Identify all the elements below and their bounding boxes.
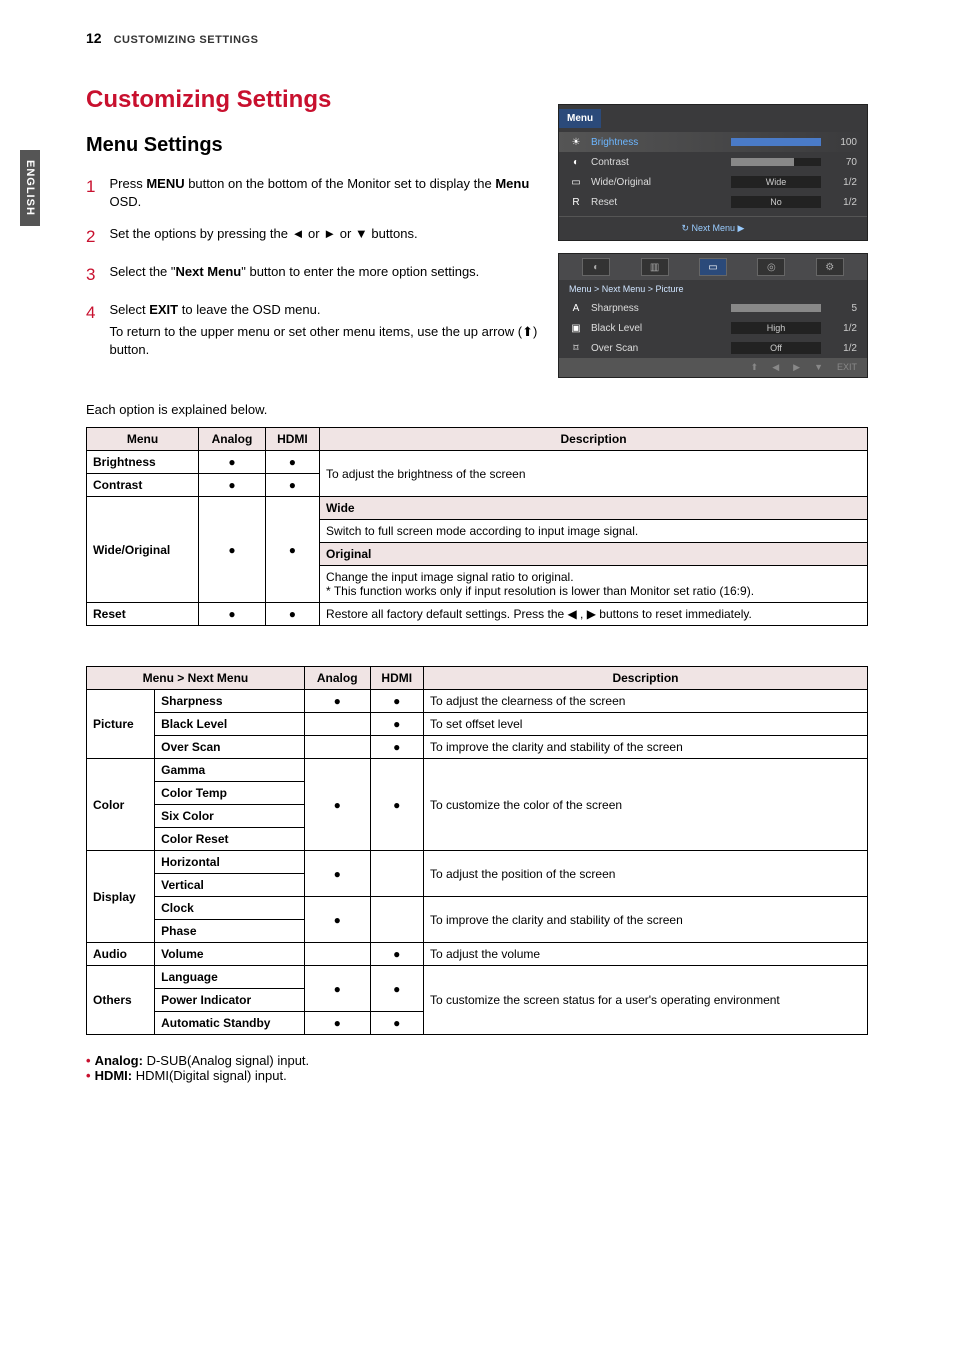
step-text: Set the options by pressing the ◄ or ► o… bbox=[109, 225, 417, 249]
osd-tab: ◐ bbox=[582, 258, 610, 276]
osd-row: R Reset No 1/2 bbox=[559, 192, 867, 212]
osd-value: 1/2 bbox=[829, 177, 857, 188]
step-number: 3 bbox=[86, 263, 95, 287]
osd-row-icon: A bbox=[569, 301, 583, 315]
row-wide-original: Wide/Original bbox=[87, 497, 199, 603]
osd-next-menu-nav: ↻ Next Menu ▶ bbox=[559, 216, 867, 240]
row-brightness: Brightness bbox=[87, 451, 199, 474]
row-contrast: Contrast bbox=[87, 474, 199, 497]
osd-row-label: Brightness bbox=[591, 137, 723, 148]
osd-bottom-nav: ⬆ ◀ ▶ ▼ EXIT bbox=[559, 358, 867, 377]
th-hdmi: HDMI bbox=[265, 428, 319, 451]
osd-value: 70 bbox=[829, 157, 857, 168]
osd-slider bbox=[731, 304, 821, 312]
osd-title: Menu bbox=[559, 109, 601, 128]
step-item: 3 Select the "Next Menu" button to enter … bbox=[86, 263, 538, 287]
th-menu: Menu bbox=[87, 428, 199, 451]
osd-menu-secondary: ◐ ▥ ▭ ◎ ⚙ Menu > Next Menu > Picture A Sharpn… bbox=[558, 253, 868, 378]
cat-others: Others bbox=[87, 966, 155, 1035]
osd-value: 100 bbox=[829, 137, 857, 148]
osd-nav-button: EXIT bbox=[837, 362, 857, 373]
osd-value: 1/2 bbox=[829, 197, 857, 208]
th-analog: Analog bbox=[199, 428, 266, 451]
th2-menu: Menu > Next Menu bbox=[87, 667, 305, 690]
osd-tab: ▭ bbox=[699, 258, 727, 276]
section-title: Menu Settings bbox=[86, 134, 538, 157]
osd-tab: ⚙ bbox=[816, 258, 844, 276]
osd-row-label: Reset bbox=[591, 197, 723, 208]
osd-row-label: Contrast bbox=[591, 157, 723, 168]
language-tab: ENGLISH bbox=[20, 150, 40, 226]
next-menu-table: Menu > Next Menu Analog HDMI Description… bbox=[86, 666, 868, 1035]
row-reset: Reset bbox=[87, 603, 199, 626]
osd-row-icon: R bbox=[569, 195, 583, 209]
menu-table: Menu Analog HDMI Description Brightness … bbox=[86, 427, 868, 626]
osd-menu-primary: Menu ☀ Brightness 100 ◐ Contrast 70 ▭ Wide/Orig… bbox=[558, 104, 868, 241]
osd-value: 1/2 bbox=[829, 323, 857, 334]
osd-nav-button: ◀ bbox=[772, 362, 779, 373]
osd-row-label: Black Level bbox=[591, 323, 723, 334]
cat-display: Display bbox=[87, 851, 155, 943]
steps-list: 1 Press MENU button on the bottom of the … bbox=[86, 175, 538, 360]
osd-breadcrumb: Menu > Next Menu > Picture bbox=[559, 280, 867, 298]
osd-row-icon: ⌑ bbox=[569, 341, 583, 355]
osd-row-label: Sharpness bbox=[591, 303, 723, 314]
osd-row: ▭ Wide/Original Wide 1/2 bbox=[559, 172, 867, 192]
osd-row: ◐ Contrast 70 bbox=[559, 152, 867, 172]
page-header: 12 CUSTOMIZING SETTINGS bbox=[86, 30, 868, 46]
page-number: 12 bbox=[86, 30, 102, 46]
osd-slider bbox=[731, 158, 821, 166]
osd-nav-button: ⬆ bbox=[751, 362, 759, 373]
osd-row-icon: ☀ bbox=[569, 135, 583, 149]
osd-nav-button: ▼ bbox=[814, 362, 823, 373]
th-desc: Description bbox=[320, 428, 868, 451]
step-number: 4 bbox=[86, 301, 95, 360]
osd-value: 5 bbox=[829, 303, 857, 314]
step-text: Press MENU button on the bottom of the M… bbox=[109, 175, 538, 211]
osd-row-label: Over Scan bbox=[591, 343, 723, 354]
osd-value: 1/2 bbox=[829, 343, 857, 354]
osd-tabs: ◐ ▥ ▭ ◎ ⚙ bbox=[559, 254, 867, 280]
osd-value-box: No bbox=[731, 196, 821, 208]
osd-row-icon: ◐ bbox=[569, 155, 583, 169]
cat-color: Color bbox=[87, 759, 155, 851]
osd-row: ⌑ Over Scan Off 1/2 bbox=[559, 338, 867, 358]
osd-value-box: High bbox=[731, 322, 821, 334]
step-number: 2 bbox=[86, 225, 95, 249]
cat-picture: Picture bbox=[87, 690, 155, 759]
osd-row-icon: ▭ bbox=[569, 175, 583, 189]
osd-screenshots: Menu ☀ Brightness 100 ◐ Contrast 70 ▭ Wide/Orig… bbox=[558, 104, 868, 378]
osd-row-icon: ▣ bbox=[569, 321, 583, 335]
osd-row: A Sharpness 5 bbox=[559, 298, 867, 318]
osd-row: ▣ Black Level High 1/2 bbox=[559, 318, 867, 338]
footnotes: •Analog: D-SUB(Analog signal) input. •HD… bbox=[86, 1053, 868, 1083]
osd-row-label: Wide/Original bbox=[591, 177, 723, 188]
osd-value-box: Off bbox=[731, 342, 821, 354]
osd-nav-button: ▶ bbox=[793, 362, 800, 373]
osd-tab: ▥ bbox=[641, 258, 669, 276]
header-title: CUSTOMIZING SETTINGS bbox=[114, 34, 259, 46]
osd-row: ☀ Brightness 100 bbox=[559, 132, 867, 152]
explain-text: Each option is explained below. bbox=[86, 402, 868, 417]
th2-analog: Analog bbox=[304, 667, 370, 690]
osd-tab: ◎ bbox=[757, 258, 785, 276]
th2-desc: Description bbox=[423, 667, 867, 690]
osd-slider bbox=[731, 138, 821, 146]
cat-audio: Audio bbox=[87, 943, 155, 966]
th2-hdmi: HDMI bbox=[370, 667, 423, 690]
step-item: 4Select EXIT to leave the OSD menu.To re… bbox=[86, 301, 538, 360]
step-text: Select EXIT to leave the OSD menu.To ret… bbox=[109, 301, 538, 360]
step-text: Select the "Next Menu" button to enter t… bbox=[109, 263, 479, 287]
osd-value-box: Wide bbox=[731, 176, 821, 188]
step-item: 1 Press MENU button on the bottom of the … bbox=[86, 175, 538, 211]
step-number: 1 bbox=[86, 175, 95, 211]
step-item: 2 Set the options by pressing the ◄ or ► … bbox=[86, 225, 538, 249]
